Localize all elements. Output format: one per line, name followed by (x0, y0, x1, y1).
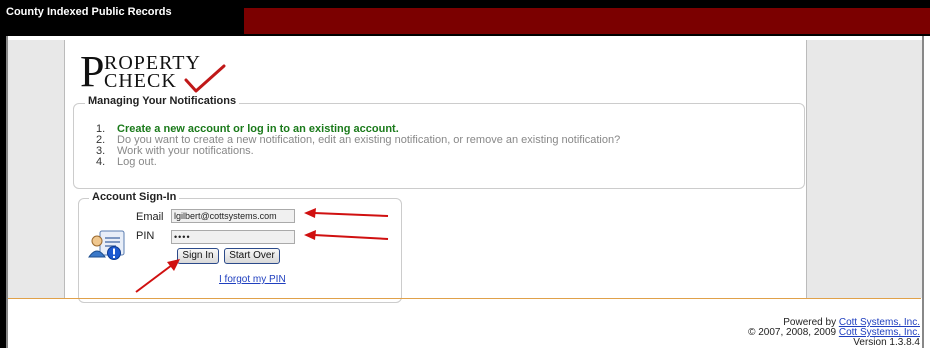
checkmark-icon (184, 64, 226, 93)
logo-initial: P (80, 47, 105, 96)
copyright-text: © 2007, 2008, 2009 (748, 327, 839, 338)
logo-line2: CHECK (104, 70, 177, 92)
right-gutter (806, 40, 922, 298)
pin-field[interactable] (171, 230, 295, 244)
footer: Powered by Cott Systems, Inc. © 2007, 20… (748, 318, 920, 348)
step-text: Log out. (117, 156, 157, 168)
email-label: Email (136, 211, 164, 223)
start-over-button[interactable]: Start Over (224, 248, 280, 264)
list-item: 3. Work with your notifications. (96, 145, 254, 157)
arrow-to-pin-icon (304, 230, 389, 240)
signin-legend: Account Sign-In (89, 191, 180, 203)
header-red-band (244, 8, 930, 34)
email-field[interactable] (171, 209, 295, 223)
arrow-to-email-icon (304, 208, 389, 218)
left-gutter (8, 40, 65, 298)
arrow-to-signin-icon (135, 259, 180, 293)
list-item: 4. Log out. (96, 156, 157, 168)
forgot-pin-link[interactable]: I forgot my PIN (219, 274, 286, 285)
steps-list: 1. Create a new account or log in to an e… (96, 124, 620, 168)
pin-label: PIN (136, 230, 155, 242)
version-text: Version 1.3.8.4 (853, 337, 920, 348)
property-check-logo: P ROPERTY CHECK (80, 50, 230, 94)
header-title: County Indexed Public Records (6, 6, 172, 18)
notifications-legend: Managing Your Notifications (85, 95, 240, 107)
footer-divider (8, 298, 921, 299)
user-card-icon (88, 230, 125, 260)
